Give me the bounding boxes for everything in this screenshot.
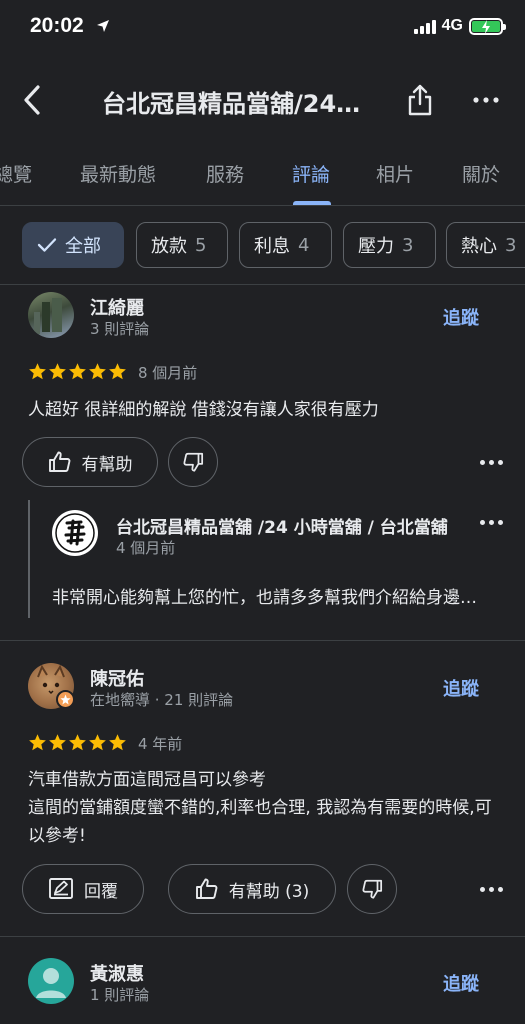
review-time: 8 個月前 — [138, 364, 198, 382]
follow-button[interactable]: 追蹤 — [443, 304, 479, 330]
star-icon — [49, 734, 66, 751]
default-user-icon — [36, 968, 66, 998]
reviewer-name[interactable]: 黃淑惠 — [90, 960, 144, 986]
star-icon — [69, 734, 86, 751]
star-icon — [109, 363, 126, 380]
local-guide-badge-icon — [56, 690, 75, 709]
tab-about[interactable]: 關於 — [462, 160, 500, 187]
share-button[interactable] — [402, 80, 438, 120]
chip-enthusiastic[interactable]: 熱心 3 — [446, 222, 525, 268]
chip-count: 3 — [505, 234, 517, 256]
reply-edit-icon — [49, 878, 73, 899]
not-helpful-button[interactable] — [168, 437, 218, 487]
tab-services[interactable]: 服務 — [206, 160, 244, 187]
review-more-button[interactable] — [480, 460, 503, 465]
active-tab-indicator — [293, 201, 331, 205]
location-arrow-icon — [96, 18, 110, 37]
star-icon — [49, 363, 66, 380]
review-more-button[interactable] — [480, 887, 503, 892]
tab-photos[interactable]: 相片 — [376, 160, 414, 187]
reviewer-name[interactable]: 江綺麗 — [90, 294, 144, 320]
reviewer-meta: 1 則評論 — [90, 986, 150, 1004]
page-title: 台北冠昌精品當舖/24小時當舖/台北當舖 — [102, 90, 382, 118]
owner-reply-time: 4 個月前 — [116, 539, 176, 557]
status-bar: 20:02 4G — [0, 0, 525, 56]
share-icon — [408, 84, 432, 116]
tab-reviews[interactable]: 評論 — [292, 160, 330, 187]
review-text: 人超好 很詳細的解說 借錢沒有讓人家很有壓力 — [28, 400, 379, 420]
app-header: 台北冠昌精品當舖/24小時當舖/台北當舖 — [0, 62, 525, 138]
divider — [0, 284, 525, 285]
chip-label: 全部 — [65, 236, 101, 257]
helpful-button[interactable]: 有幫助 — [22, 437, 158, 487]
reply-label: 回覆 — [84, 881, 118, 902]
more-options-button[interactable] — [468, 82, 504, 118]
chip-count: 3 — [402, 234, 414, 256]
reviewer-name[interactable]: 陳冠佑 — [90, 665, 144, 691]
status-time: 20:02 — [30, 14, 84, 37]
thumb-down-icon — [362, 879, 383, 899]
chip-count: 4 — [298, 234, 310, 256]
check-icon — [37, 238, 57, 252]
star-icon — [69, 363, 86, 380]
divider — [0, 640, 525, 641]
star-icon — [29, 734, 46, 751]
star-icon — [29, 363, 46, 380]
helpful-button[interactable]: 有幫助 (3) — [168, 864, 336, 914]
tab-updates[interactable]: 最新動態 — [80, 160, 156, 187]
not-helpful-button[interactable] — [347, 864, 397, 914]
thumb-up-icon — [195, 878, 218, 899]
network-type: 4G — [441, 17, 463, 34]
owner-name: 台北冠昌精品當舖 /24 小時當舖 / 台北當舖 — [116, 518, 448, 538]
follow-button[interactable]: 追蹤 — [443, 675, 479, 701]
reply-indent-bar — [28, 500, 30, 618]
avatar[interactable] — [28, 292, 74, 338]
back-arrow-icon — [24, 85, 40, 115]
chip-label: 壓力 — [358, 236, 394, 257]
star-icon — [89, 363, 106, 380]
reviewer-meta: 3 則評論 — [90, 320, 150, 338]
review-text: 汽車借款方面這間冠昌可以參考 這間的當鋪額度蠻不錯的,利率也合理, 我認為有需要… — [28, 770, 492, 846]
star-rating — [28, 733, 127, 752]
chip-pressure[interactable]: 壓力 3 — [343, 222, 436, 268]
signal-icon — [413, 18, 436, 34]
chip-all[interactable]: 全部 — [22, 222, 124, 268]
avatar[interactable] — [28, 958, 74, 1004]
chip-interest[interactable]: 利息 4 — [239, 222, 332, 268]
chip-count: 5 — [195, 234, 207, 256]
chip-label: 利息 — [254, 236, 290, 257]
back-button[interactable] — [14, 80, 50, 120]
avatar-photo-icon — [34, 298, 62, 334]
thumb-up-icon — [48, 451, 70, 472]
thumb-down-icon — [183, 452, 204, 472]
reviewer-meta: 在地嚮導 · 21 則評論 — [90, 691, 234, 709]
owner-reply-text[interactable]: 非常開心能夠幫上您的忙，也請多多幫我們介紹給身邊有需要的朋友 — [52, 583, 482, 608]
battery-icon — [469, 17, 506, 35]
star-icon — [89, 734, 106, 751]
owner-logo-icon — [55, 513, 95, 553]
divider — [0, 936, 525, 937]
star-icon — [109, 734, 126, 751]
reply-button[interactable]: 回覆 — [22, 864, 144, 914]
owner-reply-more-button[interactable] — [480, 520, 503, 525]
chip-label: 放款 — [151, 236, 187, 257]
chip-label: 熱心 — [461, 236, 497, 257]
more-horizontal-icon — [473, 97, 499, 103]
owner-avatar[interactable] — [52, 510, 98, 556]
chip-loan[interactable]: 放款 5 — [136, 222, 228, 268]
review-filter-chips: 全部 放款 5 利息 4 壓力 3 熱心 3 — [0, 222, 525, 270]
helpful-label: 有幫助 — [81, 454, 133, 475]
follow-button[interactable]: 追蹤 — [443, 970, 479, 996]
tab-bar: 總覽 最新動態 服務 評論 相片 關於 — [0, 142, 525, 206]
review-time: 4 年前 — [138, 735, 183, 753]
star-rating — [28, 362, 127, 381]
tab-overview[interactable]: 總覽 — [0, 160, 32, 187]
helpful-label: 有幫助 (3) — [228, 881, 310, 902]
